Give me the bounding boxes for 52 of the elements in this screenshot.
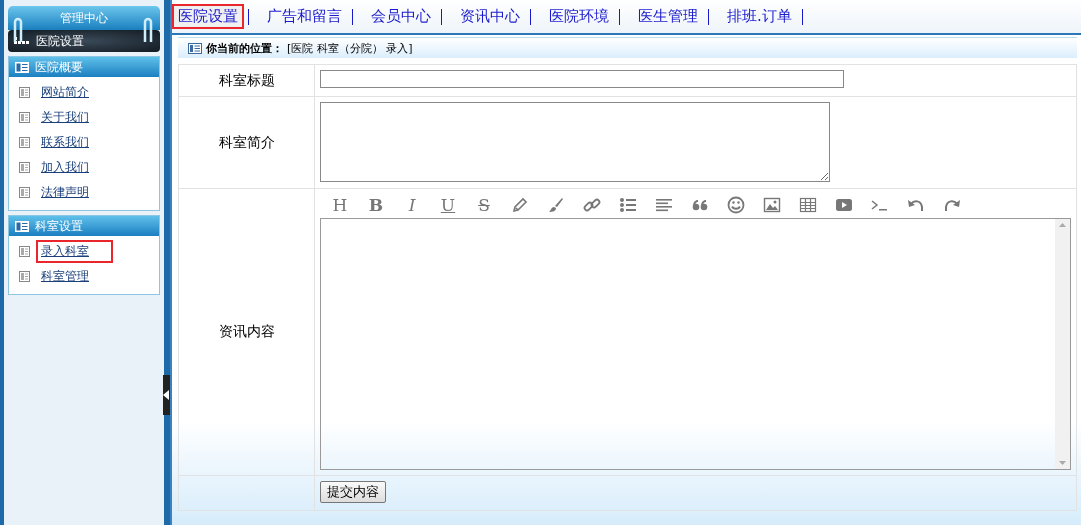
field-label: 科室标题 (179, 65, 315, 97)
menu-link[interactable]: 法律声明 (36, 181, 94, 204)
image-icon[interactable] (762, 196, 782, 214)
field-label: 资讯内容 (179, 189, 315, 476)
page-icon (19, 112, 30, 123)
menu-link[interactable]: 加入我们 (36, 156, 94, 179)
page-icon (19, 162, 30, 173)
arrow-left-icon (163, 390, 170, 400)
breadcrumb-label: 你当前的位置： (206, 40, 283, 56)
breadcrumb-path: [医院 科室（分院） 录入] (287, 40, 413, 56)
section-title: 医院概要 (35, 58, 83, 76)
field-label: 科室简介 (179, 97, 315, 189)
intro-textarea[interactable] (320, 102, 830, 182)
nav-link[interactable]: 广告和留言 (261, 4, 348, 29)
book-icon (15, 61, 29, 73)
menu-link[interactable]: 关于我们 (36, 106, 94, 129)
sidebar-title: 管理中心 (60, 9, 108, 27)
menu-link[interactable]: 录入科室 (36, 240, 113, 263)
nav-link[interactable]: 医院环境 (543, 4, 615, 29)
format-button[interactable]: S (474, 195, 494, 215)
format-button[interactable]: U (438, 195, 458, 215)
page-icon (19, 246, 30, 257)
table-icon[interactable] (798, 196, 818, 214)
page-icon (19, 271, 30, 282)
menu-link[interactable]: 网站简介 (36, 81, 94, 104)
panel-icon (188, 42, 202, 54)
collapse-handle[interactable] (163, 375, 170, 415)
current-module: 医院设置 (36, 32, 84, 50)
align-left-icon[interactable] (654, 196, 674, 214)
menu-link[interactable]: 科室管理 (36, 265, 94, 288)
menu-link[interactable]: 联系我们 (36, 131, 94, 154)
link-icon[interactable] (582, 196, 602, 214)
page-icon (19, 187, 30, 198)
nav-link[interactable]: 医院设置 (172, 4, 244, 29)
book-icon (15, 220, 29, 232)
smiley-icon[interactable] (726, 196, 746, 214)
list-icon[interactable] (618, 196, 638, 214)
page-icon (19, 87, 30, 98)
nav-link[interactable]: 医生管理 (632, 4, 704, 29)
format-button[interactable]: I (402, 195, 422, 215)
page-icon (19, 137, 30, 148)
format-button[interactable]: H (330, 195, 350, 215)
nav-link[interactable]: 排班.订单 (721, 4, 798, 29)
grid-icon (14, 36, 30, 46)
section-title: 科室设置 (35, 217, 83, 235)
nav-link[interactable]: 资讯中心 (454, 4, 526, 29)
pencil-icon[interactable] (510, 196, 530, 214)
video-play-icon[interactable] (834, 196, 854, 214)
title-input[interactable] (320, 70, 844, 88)
format-button[interactable]: B (366, 195, 386, 215)
submit-button[interactable]: 提交内容 (320, 481, 386, 503)
nav-link[interactable]: 会员中心 (365, 4, 437, 29)
